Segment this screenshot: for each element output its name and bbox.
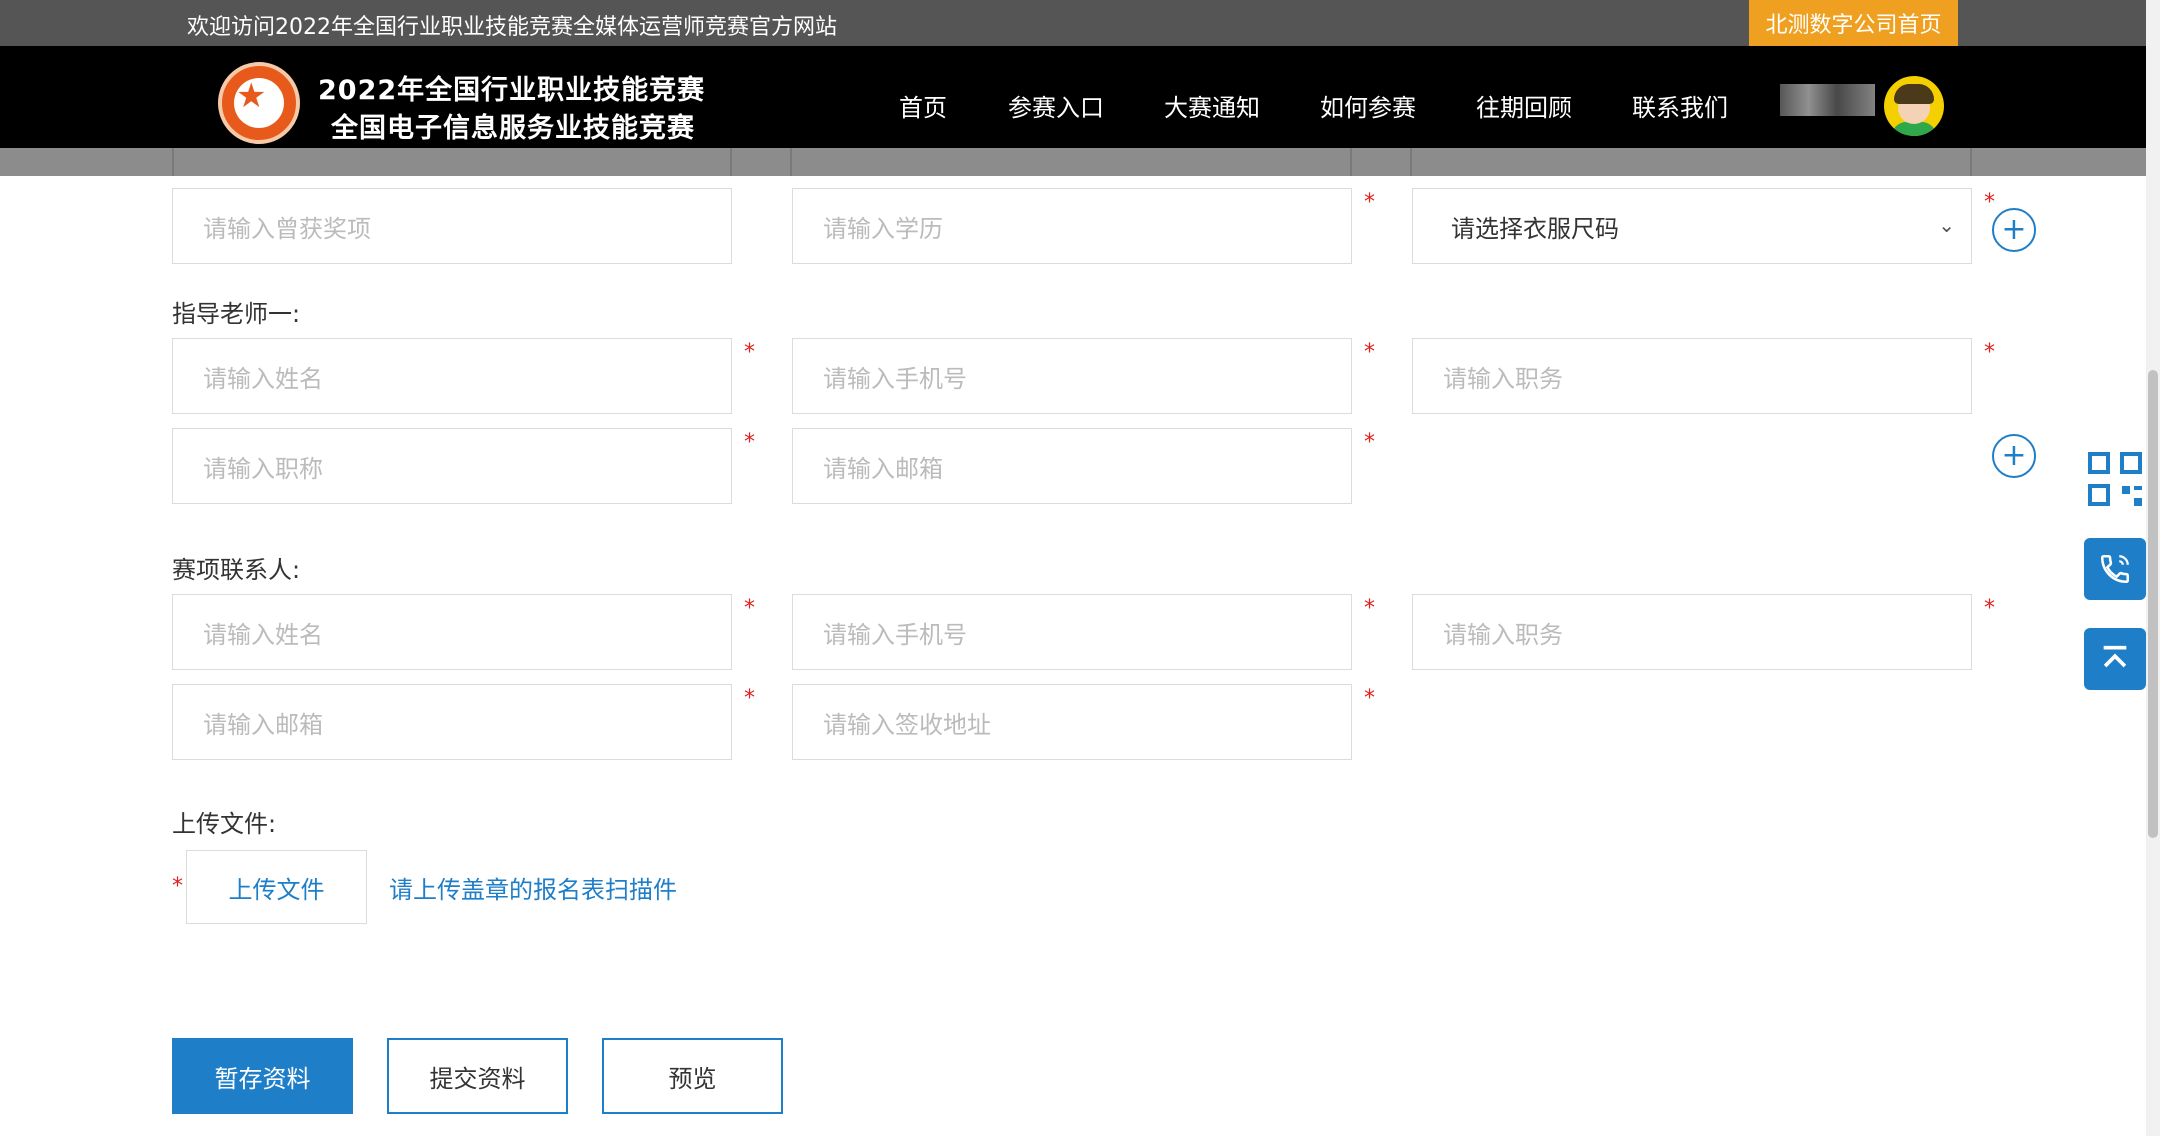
plus-circle-icon[interactable]: +: [1992, 208, 2036, 252]
phone-icon: [2100, 554, 2130, 584]
contact-email-field[interactable]: 请输入邮箱: [172, 684, 732, 760]
avatar-shirt: [1892, 122, 1936, 136]
username-redacted[interactable]: [1780, 84, 1875, 116]
nav-home[interactable]: 首页: [899, 88, 947, 123]
contact-label: 赛项联系人:: [172, 556, 301, 584]
upload-label: 上传文件:: [172, 810, 277, 838]
required-mark: *: [1364, 340, 1375, 365]
top-bar: 欢迎访问2022年全国行业职业技能竞赛全媒体运营师竞赛官方网站 北测数字公司首页: [0, 0, 2146, 46]
preview-button[interactable]: 预览: [602, 1038, 783, 1114]
strip-divider: [730, 148, 732, 176]
qr-dot: [2134, 498, 2142, 506]
nav-how-to[interactable]: 如何参赛: [1320, 88, 1416, 123]
logo-figure-icon: ★: [236, 76, 267, 116]
site-title-line2: 全国电子信息服务业技能竞赛: [331, 113, 695, 144]
advisor-label: 指导老师一:: [172, 300, 301, 328]
qr-code-icon[interactable]: [2084, 448, 2146, 510]
advisor-email-field[interactable]: 请输入邮箱: [792, 428, 1352, 504]
phone-button[interactable]: [2084, 538, 2146, 600]
avatar-hair: [1894, 84, 1934, 104]
nav-notice[interactable]: 大赛通知: [1164, 88, 1260, 123]
required-mark: *: [1364, 190, 1375, 215]
required-mark: *: [172, 874, 183, 899]
contact-name-field[interactable]: 请输入姓名: [172, 594, 732, 670]
avatar[interactable]: [1884, 76, 1944, 136]
upload-file-button[interactable]: 上传文件: [186, 850, 367, 924]
advisor-title-field[interactable]: 请输入职称: [172, 428, 732, 504]
strip-divider: [172, 148, 174, 176]
chevron-down-icon: ⌄: [1938, 213, 1955, 237]
size-select-value: 请选择衣服尺码: [1451, 214, 1619, 243]
contact-phone-field[interactable]: 请输入手机号: [792, 594, 1352, 670]
plus-circle-icon[interactable]: +: [1992, 434, 2036, 478]
contact-position-field[interactable]: 请输入职务: [1412, 594, 1972, 670]
awards-field[interactable]: 请输入曾获奖项: [172, 188, 732, 264]
site-logo[interactable]: ★: [218, 62, 300, 144]
required-mark: *: [744, 340, 755, 365]
required-mark: *: [1364, 686, 1375, 711]
required-mark: *: [1984, 596, 1995, 621]
strip-divider: [1970, 148, 1972, 176]
required-mark: *: [1984, 340, 1995, 365]
nav-entry[interactable]: 参赛入口: [1008, 88, 1104, 123]
nav-contact[interactable]: 联系我们: [1632, 88, 1728, 123]
qr-dot: [2122, 486, 2130, 494]
strip-divider: [1410, 148, 1412, 176]
advisor-position-field[interactable]: 请输入职务: [1412, 338, 1972, 414]
back-to-top-icon: [2103, 645, 2127, 668]
required-mark: *: [1984, 190, 1995, 215]
size-select[interactable]: 请选择衣服尺码 ⌄: [1412, 188, 1972, 264]
qr-corner: [2088, 452, 2110, 474]
strip-divider: [1350, 148, 1352, 176]
required-mark: *: [744, 686, 755, 711]
back-to-top-button[interactable]: [2084, 628, 2146, 690]
submit-button[interactable]: 提交资料: [387, 1038, 568, 1114]
welcome-text: 欢迎访问2022年全国行业职业技能竞赛全媒体运营师竞赛官方网站: [187, 15, 837, 40]
qr-corner: [2088, 484, 2110, 506]
advisor-phone-field[interactable]: 请输入手机号: [792, 338, 1352, 414]
qr-corner: [2120, 452, 2142, 474]
required-mark: *: [744, 596, 755, 621]
required-mark: *: [1364, 430, 1375, 455]
company-home-link[interactable]: 北测数字公司首页: [1749, 0, 1958, 46]
scrollbar-thumb[interactable]: [2148, 370, 2158, 838]
site-title-line1: 2022年全国行业职业技能竞赛: [318, 75, 706, 106]
save-draft-button[interactable]: 暂存资料: [172, 1038, 353, 1114]
strip-divider: [790, 148, 792, 176]
nav-history[interactable]: 往期回顾: [1476, 88, 1572, 123]
required-mark: *: [1364, 596, 1375, 621]
education-field[interactable]: 请输入学历: [792, 188, 1352, 264]
upload-hint-link[interactable]: 请上传盖章的报名表扫描件: [389, 870, 677, 905]
advisor-name-field[interactable]: 请输入姓名: [172, 338, 732, 414]
qr-dot: [2134, 486, 2142, 490]
required-mark: *: [744, 430, 755, 455]
contact-address-field[interactable]: 请输入签收地址: [792, 684, 1352, 760]
header-shadow: [0, 148, 2146, 176]
